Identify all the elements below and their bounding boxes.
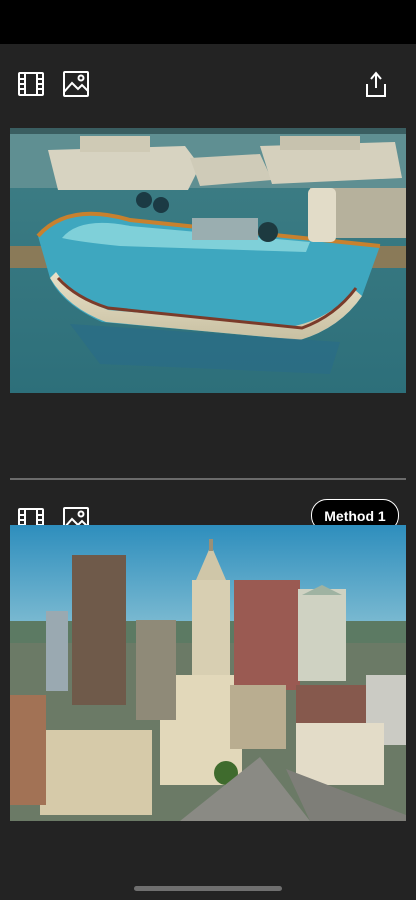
status-bar: [0, 0, 416, 44]
share-button[interactable]: [361, 69, 391, 99]
image-button[interactable]: [61, 69, 91, 99]
image-icon: [63, 71, 89, 97]
film-icon: [18, 72, 44, 96]
video-button[interactable]: [16, 69, 46, 99]
share-icon: [366, 71, 386, 97]
home-indicator[interactable]: [134, 886, 282, 891]
boat-photo[interactable]: [10, 128, 406, 393]
city-photo[interactable]: [10, 525, 406, 821]
divider: [10, 478, 406, 480]
